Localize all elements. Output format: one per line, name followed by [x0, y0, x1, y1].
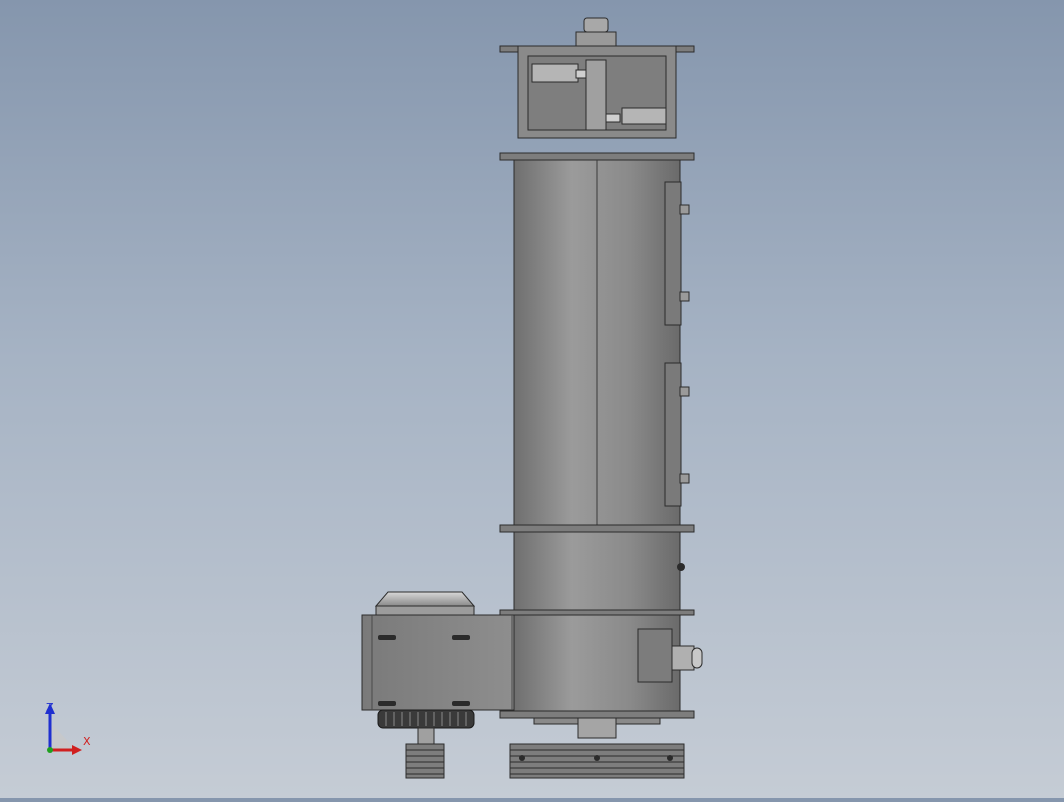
guard-slot	[452, 701, 470, 706]
boot-flange-bottom	[499, 710, 695, 719]
access-door-upper[interactable]	[664, 181, 682, 326]
motor-pulley[interactable]	[405, 743, 445, 779]
drive-shaft	[585, 59, 607, 131]
guard-slot	[452, 635, 470, 640]
bottom-bearing	[577, 717, 617, 739]
drive-unit[interactable]	[361, 591, 515, 745]
pulley-bolt	[667, 755, 673, 761]
motor-shaft	[417, 727, 435, 745]
boot-section[interactable]	[499, 609, 703, 739]
sensor-port	[677, 563, 685, 571]
door-latch	[679, 473, 690, 484]
boot-pulley[interactable]	[509, 743, 685, 779]
gearbox-guard	[361, 614, 515, 711]
inlet-spout	[671, 645, 695, 671]
bolt	[575, 69, 587, 79]
top-bearing-housing	[575, 31, 617, 47]
head-flange	[499, 152, 695, 161]
pulley-bolt	[594, 755, 600, 761]
access-door-lower[interactable]	[664, 362, 682, 507]
guard-slot	[378, 701, 396, 706]
boot-flange-top	[499, 609, 695, 616]
motor-base	[375, 605, 475, 616]
pulley-bolt	[519, 755, 525, 761]
motor-pulley-body	[405, 743, 445, 779]
middle-flange	[499, 524, 695, 533]
bolt	[605, 113, 621, 123]
inlet-spout-lip	[691, 647, 703, 669]
tension-arm-right	[621, 107, 667, 125]
elevator-model	[361, 17, 703, 779]
cad-viewport[interactable]	[0, 0, 1064, 798]
guard-slot	[378, 635, 396, 640]
door-latch	[679, 291, 690, 302]
boot-inspection-hatch[interactable]	[637, 628, 673, 683]
tension-arm-left	[531, 63, 579, 83]
main-casing[interactable]	[499, 159, 695, 613]
top-head-assembly[interactable]	[499, 17, 695, 161]
motor-fan-cover	[374, 591, 476, 607]
door-latch	[679, 386, 690, 397]
top-bearing	[583, 17, 609, 33]
door-latch	[679, 204, 690, 215]
